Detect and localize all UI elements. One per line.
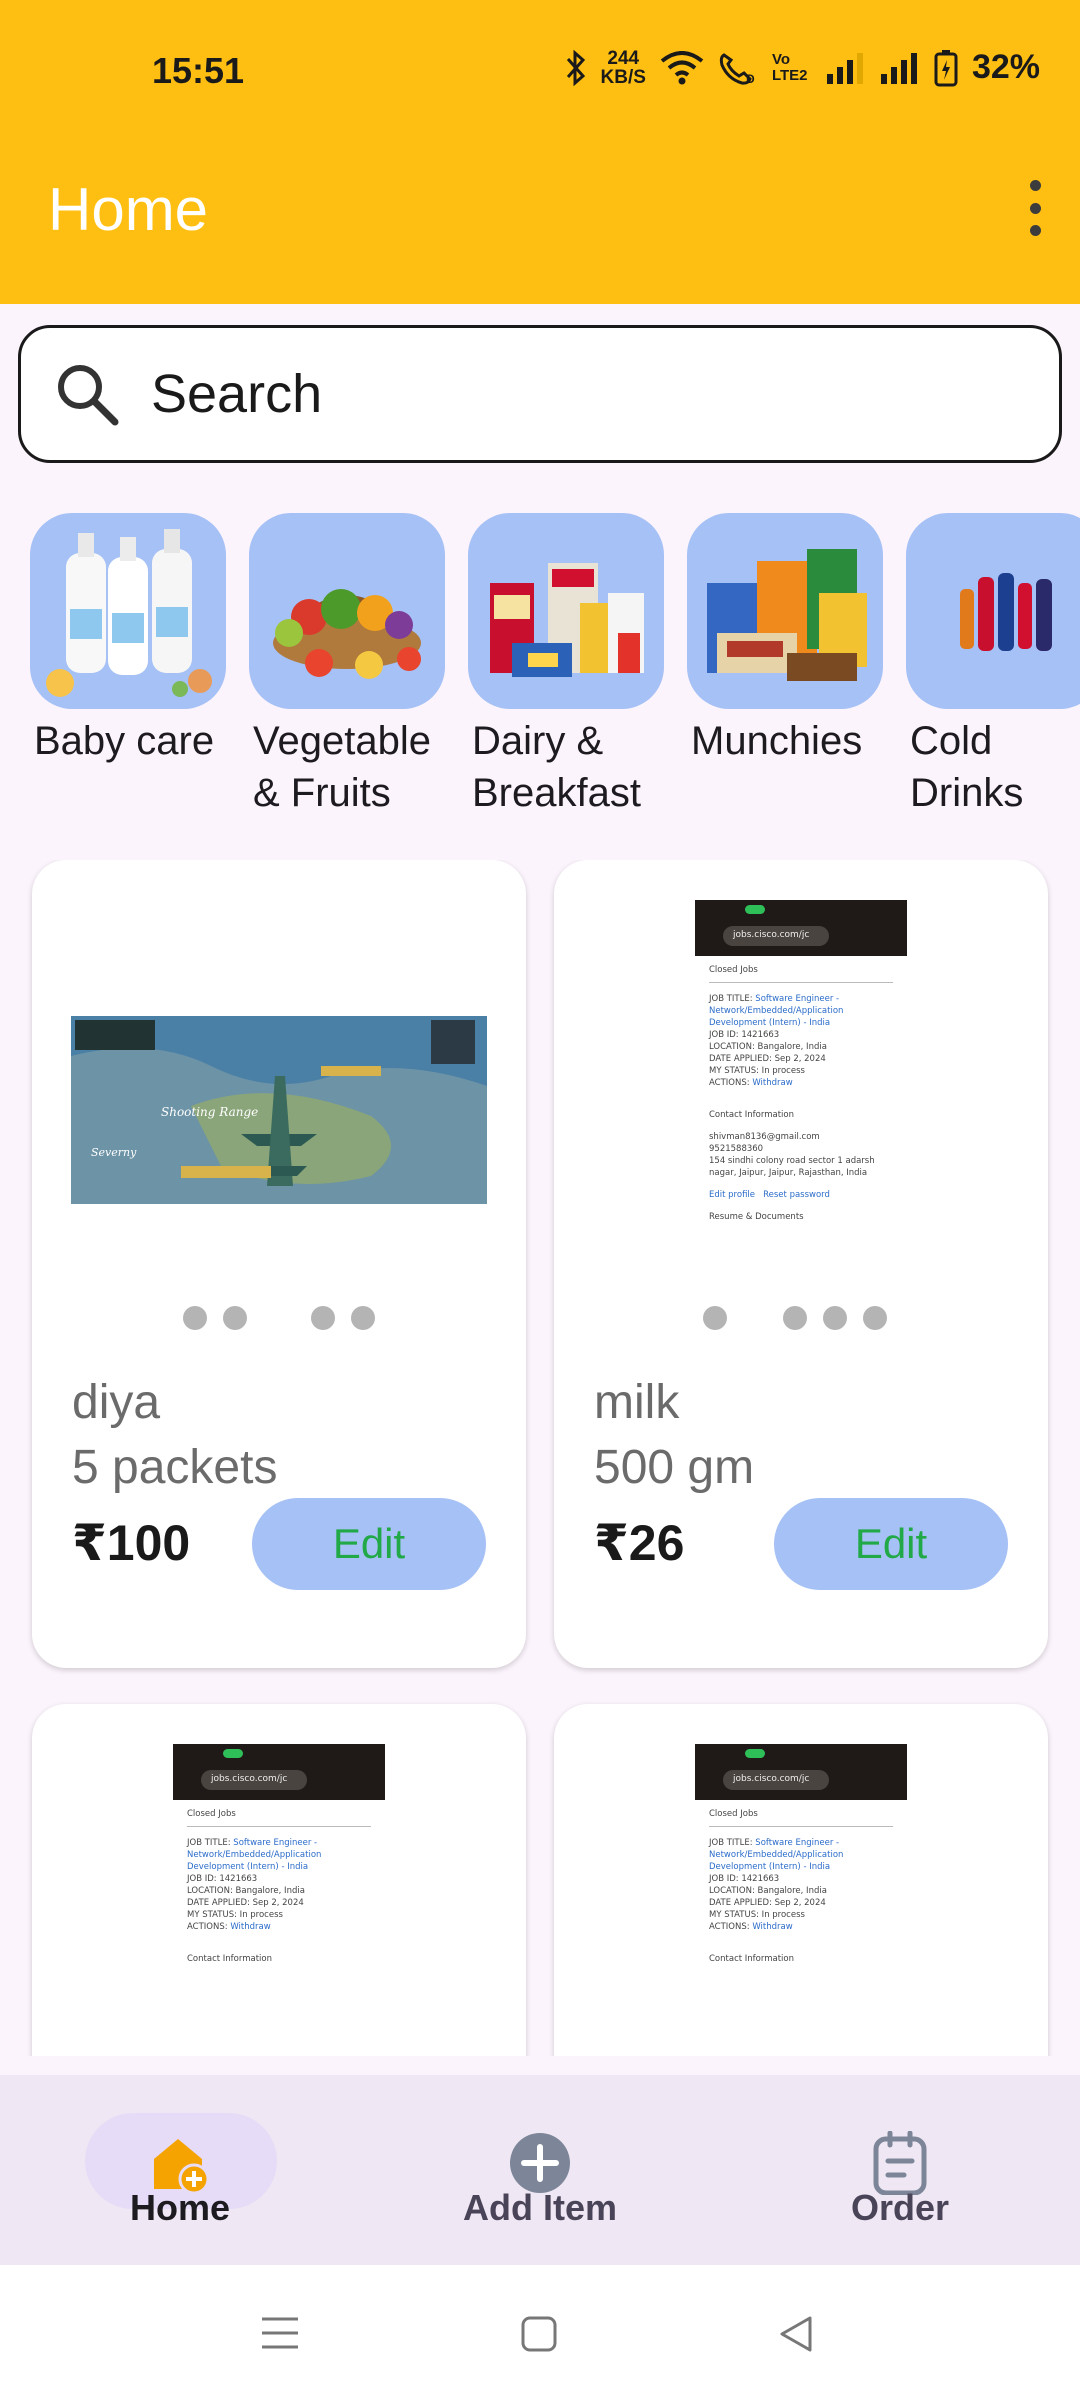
signal-icon [826, 52, 863, 84]
category-munchies[interactable]: Munchies [687, 513, 887, 767]
nav-label-add-item: Add Item [462, 2187, 617, 2228]
more-vert-icon[interactable] [1020, 180, 1050, 236]
product-grid: Shooting Range Severny diya 5 packets ₹1… [0, 860, 1080, 2056]
product-image-carousel[interactable]: jobs.cisco.com/jc Closed Jobs JOB TITLE:… [554, 1704, 1048, 2056]
product-price: ₹100 [72, 1515, 191, 1571]
carousel-dots [554, 1306, 1048, 1336]
product-quantity: 500 gm [594, 1441, 755, 1494]
category-image-cold-drinks [906, 513, 1080, 709]
home-add-icon [154, 2139, 210, 2195]
product-image: jobs.cisco.com/jc Closed Jobs JOB TITLE:… [173, 1744, 385, 2044]
svg-text:Severny: Severny [91, 1146, 137, 1159]
category-label: Dairy & Breakfast [472, 719, 641, 815]
app-bar: 15:51 244 KB/S D Vo LTE2 32% Home [0, 0, 1080, 304]
system-navigation-bar [0, 2265, 1080, 2400]
product-price: ₹26 [594, 1515, 685, 1571]
product-quantity: 5 packets [72, 1441, 278, 1494]
status-time: 15:51 [152, 50, 245, 91]
nav-item-order[interactable]: Order [720, 2075, 1080, 2265]
category-label: Vegetable & Fruits [253, 719, 431, 815]
add-circle-icon [510, 2133, 570, 2193]
product-card[interactable]: jobs.cisco.com/jc Closed Jobs JOB TITLE:… [32, 1704, 526, 2056]
product-name: milk [594, 1376, 680, 1429]
recent-apps-icon[interactable] [260, 2315, 300, 2351]
category-label: Cold Drinks [910, 719, 1024, 815]
edit-button[interactable]: Edit [252, 1498, 486, 1590]
bluetooth-icon [566, 49, 585, 86]
product-card[interactable]: jobs.cisco.com/jc Closed Jobs JOB TITLE:… [554, 1704, 1048, 2056]
product-image: jobs.cisco.com/jc Closed Jobs JOB TITLE:… [695, 1744, 907, 2044]
search-bar[interactable] [18, 325, 1062, 463]
battery-charging-icon [934, 49, 958, 86]
category-list: Baby care Vegetable & Fruits Dairy & Bre… [0, 513, 1080, 823]
nav-label-home: Home [129, 2187, 231, 2228]
product-image-carousel[interactable]: Shooting Range Severny [32, 860, 526, 1360]
category-image-vegetable-fruits [249, 513, 445, 709]
net-speed: 244 KB/S [601, 49, 646, 87]
net-speed-unit: KB/S [600, 66, 646, 88]
carousel-dots [32, 1306, 526, 1336]
category-image-dairy-breakfast [468, 513, 664, 709]
edit-button[interactable]: Edit [774, 1498, 1008, 1590]
wifi-calling-icon: D [719, 52, 755, 85]
page-title: Home [48, 176, 209, 243]
category-vegetable-fruits[interactable]: Vegetable & Fruits [249, 513, 449, 819]
product-image: Shooting Range Severny [71, 1016, 487, 1204]
category-baby-care[interactable]: Baby care [30, 513, 230, 767]
category-label: Baby care [34, 719, 215, 763]
svg-text:Shooting Range: Shooting Range [161, 1105, 258, 1119]
product-card[interactable]: jobs.cisco.com/jc Closed Jobs JOB TITLE:… [554, 860, 1048, 1668]
product-name: diya [72, 1376, 161, 1429]
volte-badge: Vo LTE2 [771, 50, 808, 84]
product-image-carousel[interactable]: jobs.cisco.com/jc Closed Jobs JOB TITLE:… [32, 1704, 526, 2056]
category-label: Munchies [691, 719, 863, 763]
svg-text:D: D [746, 72, 755, 85]
category-cold-drinks[interactable]: Cold Drinks [906, 513, 1080, 819]
home-button-icon[interactable] [520, 2315, 558, 2353]
net-speed-value: 244 [607, 47, 640, 69]
battery-percent: 32% [971, 48, 1040, 86]
clipboard-icon [873, 2131, 927, 2195]
signal-icon-2 [880, 52, 917, 84]
back-icon[interactable] [778, 2315, 814, 2353]
product-card[interactable]: Shooting Range Severny diya 5 packets ₹1… [32, 860, 526, 1668]
nav-item-add-item[interactable]: Add Item [360, 2075, 720, 2265]
search-input[interactable] [151, 363, 1001, 425]
product-image-carousel[interactable]: jobs.cisco.com/jc Closed Jobs JOB TITLE:… [554, 860, 1048, 1368]
category-image-baby-care [30, 513, 226, 709]
wifi-icon [660, 50, 704, 84]
category-image-munchies [687, 513, 883, 709]
bottom-navigation: Home Add Item Order [0, 2075, 1080, 2265]
nav-label-order: Order [850, 2187, 950, 2228]
status-bar: 15:51 244 KB/S D Vo LTE2 32% [0, 0, 1080, 150]
search-icon [58, 365, 119, 426]
nav-item-home[interactable]: Home [0, 2075, 360, 2265]
status-icons: 244 KB/S D Vo LTE2 32% [565, 48, 1040, 87]
product-image: jobs.cisco.com/jc Closed Jobs JOB TITLE:… [695, 900, 907, 1368]
category-dairy-breakfast[interactable]: Dairy & Breakfast [468, 513, 668, 819]
